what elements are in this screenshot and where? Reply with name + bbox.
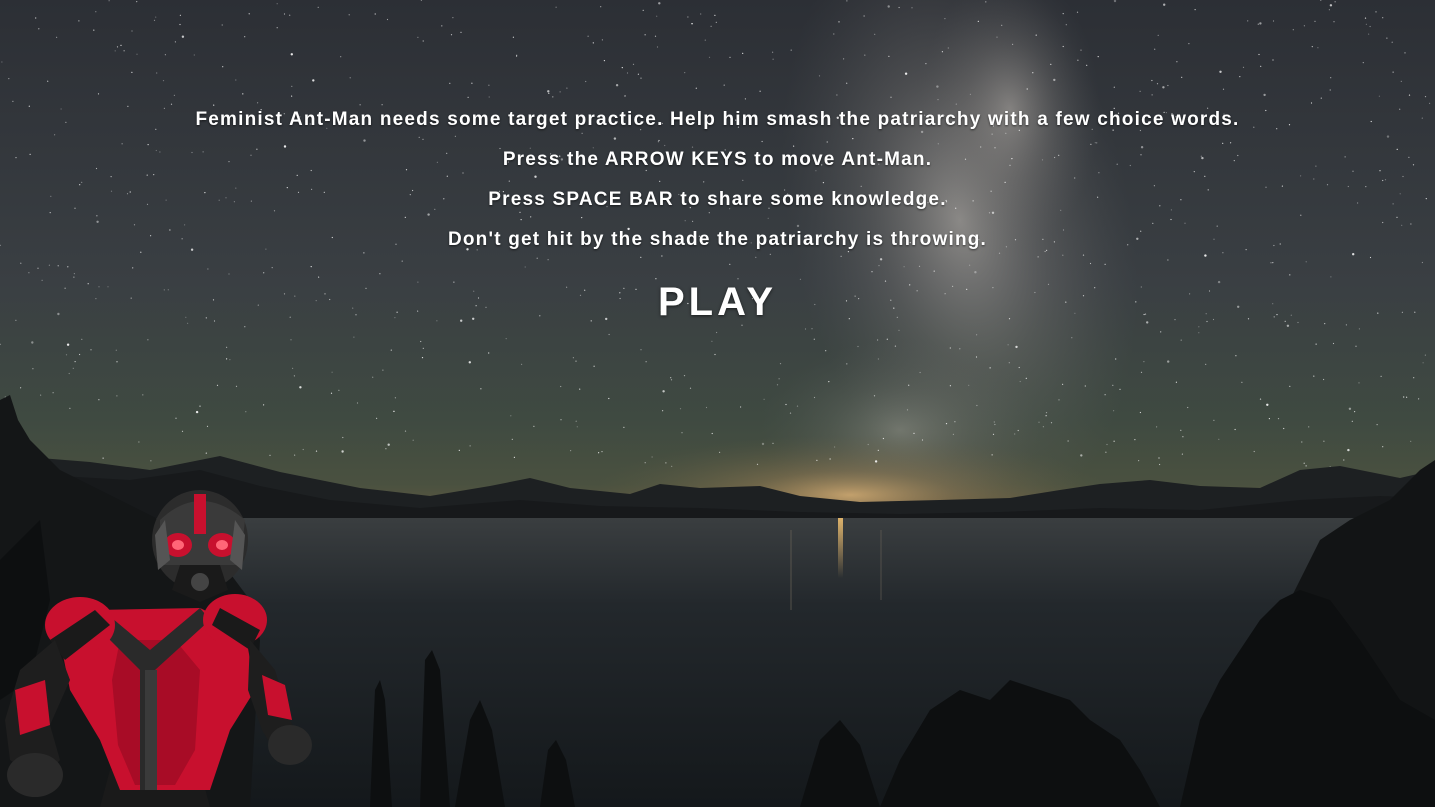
instructions-panel: Feminist Ant-Man needs some target pract… — [0, 100, 1435, 325]
intro-line-dodge: Don't get hit by the shade the patriarch… — [447, 229, 988, 250]
intro-line-move: Press the ARROW KEYS to move Ant-Man. — [502, 149, 933, 170]
intro-line-shoot: Press SPACE BAR to share some knowledge. — [488, 189, 947, 210]
play-button[interactable]: PLAY — [658, 280, 777, 325]
game-screen: Feminist Ant-Man needs some target pract… — [0, 0, 1435, 807]
intro-line-premise: Feminist Ant-Man needs some target pract… — [195, 109, 1240, 130]
ant-man-player-sprite — [5, 490, 312, 807]
